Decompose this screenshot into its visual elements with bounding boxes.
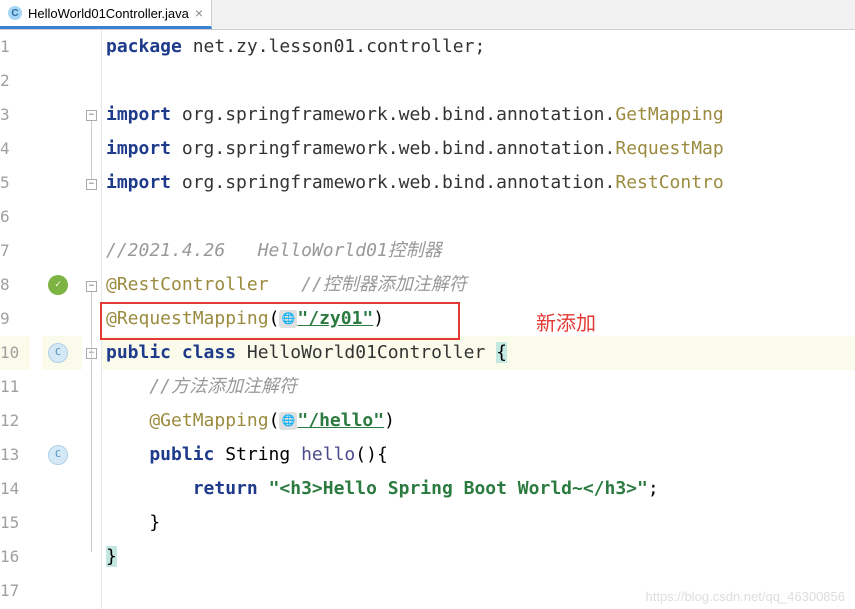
line-number: 14 bbox=[0, 472, 30, 506]
line-number: 2 bbox=[0, 64, 30, 98]
watermark: https://blog.csdn.net/qq_46300856 bbox=[646, 589, 846, 604]
run-method-icon[interactable]: C bbox=[48, 445, 68, 465]
fold-toggle[interactable]: − bbox=[86, 110, 97, 121]
web-icon[interactable]: 🌐 bbox=[279, 412, 297, 430]
line-number: 7 bbox=[0, 234, 30, 268]
annotation-label: 新添加 bbox=[536, 307, 596, 336]
code-content[interactable]: package net.zy.lesson01.controller; impo… bbox=[102, 30, 855, 609]
run-class-icon[interactable]: C bbox=[48, 343, 68, 363]
line-number: 5 bbox=[0, 166, 30, 200]
line-number: 11 bbox=[0, 370, 30, 404]
spring-bean-icon[interactable]: ✓ bbox=[48, 275, 68, 295]
line-number: 15 bbox=[0, 506, 30, 540]
line-number: 9 bbox=[0, 302, 30, 336]
line-number: 10 bbox=[0, 336, 30, 370]
fold-toggle[interactable]: − bbox=[86, 281, 97, 292]
java-class-icon: C bbox=[8, 6, 22, 20]
code-editor[interactable]: 1 2 3 4 5 6 7 8 9 10 11 12 13 14 15 16 1… bbox=[0, 30, 855, 609]
fold-gutter: − − − − bbox=[82, 30, 102, 609]
close-icon[interactable]: × bbox=[195, 5, 203, 21]
line-number: 3 bbox=[0, 98, 30, 132]
line-number: 12 bbox=[0, 404, 30, 438]
line-number: 1 bbox=[0, 30, 30, 64]
line-number: 16 bbox=[0, 540, 30, 574]
tab-filename: HelloWorld01Controller.java bbox=[28, 6, 189, 21]
editor-tab[interactable]: C HelloWorld01Controller.java × bbox=[0, 0, 212, 29]
line-number: 4 bbox=[0, 132, 30, 166]
fold-toggle[interactable]: − bbox=[86, 179, 97, 190]
line-number-gutter: 1 2 3 4 5 6 7 8 9 10 11 12 13 14 15 16 1… bbox=[0, 30, 42, 609]
web-icon[interactable]: 🌐 bbox=[279, 310, 297, 328]
icon-gutter: ✓ C C bbox=[42, 30, 82, 609]
line-number: 17 bbox=[0, 574, 30, 608]
line-number: 13 bbox=[0, 438, 30, 472]
line-number: 6 bbox=[0, 200, 30, 234]
line-number: 8 bbox=[0, 268, 30, 302]
tab-bar: C HelloWorld01Controller.java × bbox=[0, 0, 855, 30]
